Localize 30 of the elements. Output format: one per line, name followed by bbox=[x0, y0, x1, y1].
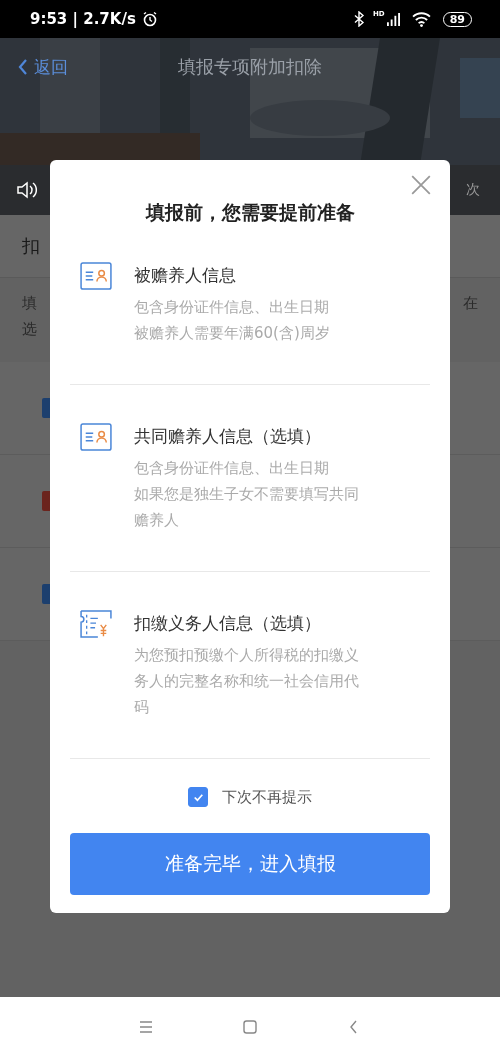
id-card-icon bbox=[80, 423, 112, 451]
signal-icon bbox=[386, 12, 400, 26]
item-description: 包含身份证件信息、出生日期 bbox=[134, 458, 330, 479]
home-icon[interactable] bbox=[242, 1019, 258, 1035]
back-button[interactable]: 返回 bbox=[18, 55, 68, 79]
menu-icon[interactable] bbox=[138, 1019, 154, 1035]
checkbox-label: 下次不再提示 bbox=[222, 787, 312, 807]
notice-text: 次 bbox=[466, 181, 480, 199]
section-title: 扣 bbox=[22, 234, 40, 258]
item-title: 扣缴义务人信息（选填） bbox=[134, 612, 322, 635]
receipt-icon bbox=[80, 610, 112, 638]
close-icon[interactable] bbox=[410, 174, 432, 196]
id-card-icon bbox=[80, 262, 112, 290]
item-description: 为您预扣预缴个人所得税的扣缴义务人的完整名称和统一社会信用代码 bbox=[134, 645, 360, 718]
alarm-icon bbox=[141, 11, 158, 27]
item-description: 包含身份证件信息、出生日期 bbox=[134, 297, 330, 318]
speaker-icon bbox=[16, 180, 38, 200]
dialog-title: 填报前，您需要提前准备 bbox=[144, 200, 356, 225]
item-description: 如果您是独生子女不需要填写共同赡养人 bbox=[134, 484, 360, 531]
intro-text: 选 bbox=[22, 319, 37, 340]
wifi-icon bbox=[411, 11, 431, 27]
item-title: 被赡养人信息 bbox=[134, 264, 237, 287]
status-time: 9:53 | 2.7K/s bbox=[30, 10, 136, 28]
intro-text: 在 bbox=[463, 293, 478, 314]
page-title: 填报专项附加扣除 bbox=[178, 55, 322, 79]
checkbox[interactable] bbox=[188, 787, 208, 807]
item-title: 共同赡养人信息（选填） bbox=[134, 425, 322, 448]
chevron-icon bbox=[18, 58, 28, 76]
item-description: 被赡养人需要年满60(含)周岁 bbox=[134, 323, 331, 344]
confirm-button[interactable]: 准备完毕，进入填报 bbox=[70, 833, 430, 895]
